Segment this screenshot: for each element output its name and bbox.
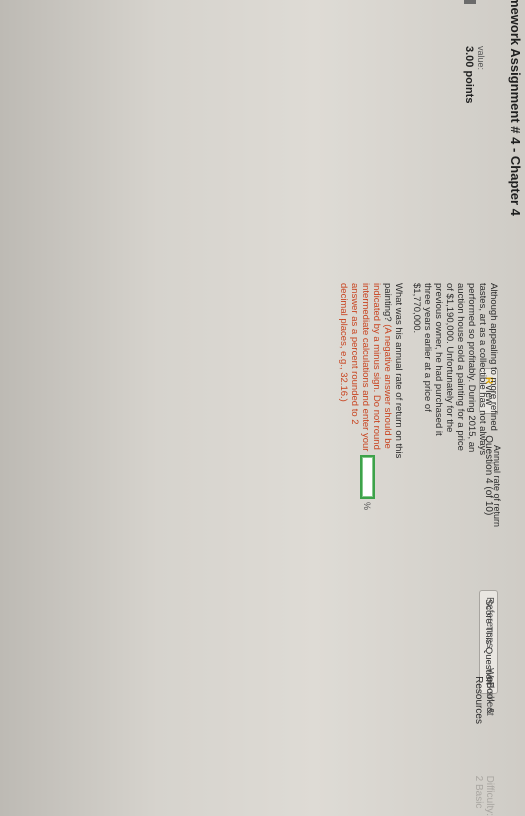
- assignment-page: mework Assignment # 4 - Chapter 4 value:…: [0, 0, 525, 816]
- points-value: 3.00 points: [463, 46, 475, 104]
- annual-rate-input[interactable]: [360, 455, 375, 499]
- difficulty-label: Difficulty: 2 Basic: [473, 775, 495, 816]
- value-label: value:: [476, 46, 486, 71]
- assignment-title: mework Assignment # 4 - Chapter 4: [508, 0, 523, 216]
- worksheet-link[interactable]: Worksheet: [473, 668, 495, 716]
- tab-references[interactable]: References: [473, 597, 495, 648]
- question-prompt-block: What was his annual rate of return on th…: [338, 283, 404, 459]
- answer-row: %: [360, 455, 375, 510]
- footer-nav: Worksheet Difficulty: 2 Basic: [473, 668, 495, 816]
- question-body: Although appealing to more refined taste…: [331, 283, 499, 459]
- answer-label: Annual rate of return: [492, 445, 502, 528]
- percent-unit: %: [362, 502, 373, 511]
- question-paragraph: Although appealing to more refined taste…: [411, 283, 499, 456]
- question-marker: [464, 0, 476, 4]
